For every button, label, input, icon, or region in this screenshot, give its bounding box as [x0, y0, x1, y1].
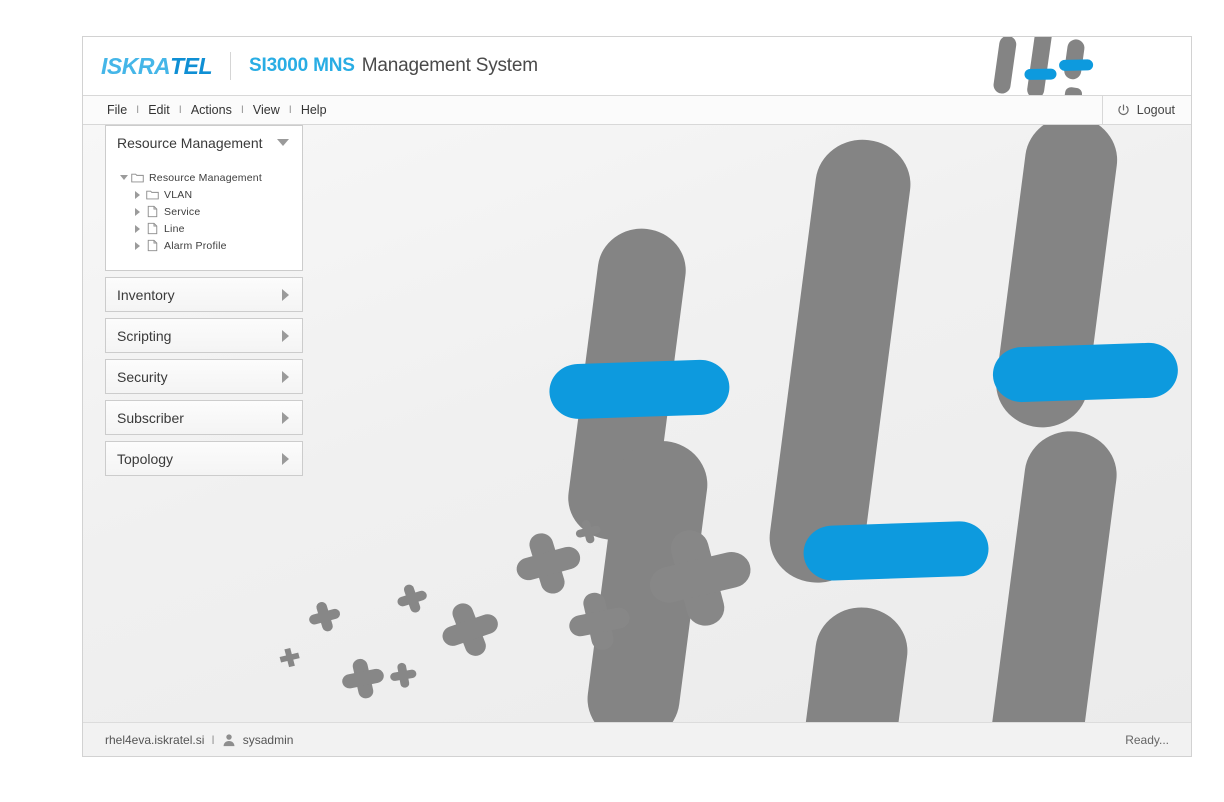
tree-node-label: Line: [164, 222, 185, 235]
sidebar-panel-resource-management: Resource Management Resource Management: [105, 125, 303, 271]
document-icon: [146, 222, 164, 235]
product-name: SI3000 MNS: [249, 55, 355, 76]
menu-separator: I: [288, 104, 292, 116]
document-icon: [146, 239, 164, 252]
resource-management-tree: Resource Management VLAN Service Line Al…: [106, 159, 302, 270]
sidebar-panel-label: Resource Management: [117, 134, 263, 151]
chevron-right-icon[interactable]: [282, 370, 289, 383]
sidebar-panel-header-scripting[interactable]: Scripting: [106, 319, 302, 352]
chevron-right-icon[interactable]: [282, 329, 289, 342]
logo-text-tel: TEL: [170, 52, 213, 79]
iskratel-logo[interactable]: ISKRA TEL: [101, 52, 213, 80]
tree-node-label: Resource Management: [149, 171, 262, 184]
chevron-right-icon[interactable]: [282, 288, 289, 301]
status-bar: rhel4eva.iskratel.si I sysadmin Ready...: [83, 722, 1191, 756]
menu-separator: I: [240, 104, 244, 116]
logout-label: Logout: [1136, 103, 1175, 117]
document-icon: [146, 205, 164, 218]
page-title: Management System: [361, 55, 538, 76]
sidebar-panel-topology: Topology: [105, 441, 303, 476]
sidebar: Resource Management Resource Management: [105, 125, 303, 482]
application-window: ISKRA TEL SI3000 MNS Management System Fi…: [82, 36, 1192, 757]
sidebar-panel-header-subscriber[interactable]: Subscriber: [106, 401, 302, 434]
sidebar-panel-subscriber: Subscriber: [105, 400, 303, 435]
sidebar-panel-label: Inventory: [117, 286, 175, 303]
menu-separator: I: [136, 104, 140, 116]
header-decorative-graphic: [983, 37, 1103, 95]
host-name: rhel4eva.iskratel.si: [105, 732, 205, 747]
menu-bar: File I Edit I Actions I View I Help Logo…: [83, 96, 1191, 125]
tree-node-label: Alarm Profile: [164, 239, 227, 252]
sidebar-panel-label: Scripting: [117, 327, 172, 344]
menu-item-file[interactable]: File: [105, 103, 129, 117]
tree-node-line[interactable]: Line: [106, 220, 302, 237]
menu-item-help[interactable]: Help: [299, 103, 329, 117]
status-separator: I: [211, 732, 215, 747]
tree-node-service[interactable]: Service: [106, 203, 302, 220]
logo-divider: [230, 52, 232, 80]
app-header: ISKRA TEL SI3000 MNS Management System: [83, 37, 1191, 96]
sidebar-panel-label: Subscriber: [117, 409, 184, 426]
menu-separator: I: [178, 104, 182, 116]
chevron-right-icon[interactable]: [135, 190, 146, 199]
user-name: sysadmin: [242, 732, 294, 747]
status-bar-left: rhel4eva.iskratel.si I sysadmin: [105, 733, 293, 747]
user-icon: [222, 733, 236, 747]
power-icon: [1117, 103, 1130, 117]
sidebar-panel-header-inventory[interactable]: Inventory: [106, 278, 302, 311]
sidebar-panel-inventory: Inventory: [105, 277, 303, 312]
chevron-down-icon[interactable]: [120, 175, 131, 180]
menu-item-edit[interactable]: Edit: [146, 103, 172, 117]
tree-node-resource-management[interactable]: Resource Management: [106, 169, 302, 186]
menu-item-actions[interactable]: Actions: [189, 103, 234, 117]
tree-node-vlan[interactable]: VLAN: [106, 186, 302, 203]
sidebar-panel-header-resource-management[interactable]: Resource Management: [106, 126, 302, 159]
logo-text-iskra: ISKRA: [101, 52, 171, 79]
tree-node-label: VLAN: [164, 188, 193, 201]
folder-icon: [131, 171, 149, 184]
chevron-right-icon[interactable]: [282, 452, 289, 465]
chevron-right-icon[interactable]: [135, 241, 146, 250]
sidebar-panel-scripting: Scripting: [105, 318, 303, 353]
plus-cluster: [279, 520, 751, 699]
chevron-right-icon[interactable]: [135, 224, 146, 233]
tree-node-label: Service: [164, 205, 201, 218]
chevron-right-icon[interactable]: [135, 207, 146, 216]
chevron-down-icon[interactable]: [277, 139, 289, 146]
sidebar-panel-security: Security: [105, 359, 303, 394]
content-area: Resource Management Resource Management: [83, 125, 1191, 722]
sidebar-panel-label: Topology: [117, 450, 174, 467]
tree-node-alarm-profile[interactable]: Alarm Profile: [106, 237, 302, 254]
menu-item-view[interactable]: View: [251, 103, 282, 117]
chevron-right-icon[interactable]: [282, 411, 289, 424]
sidebar-panel-header-topology[interactable]: Topology: [106, 442, 302, 475]
logout-button[interactable]: Logout: [1101, 96, 1191, 124]
folder-icon: [146, 188, 164, 201]
menu-items: File I Edit I Actions I View I Help: [105, 103, 329, 117]
sidebar-panel-header-security[interactable]: Security: [106, 360, 302, 393]
status-message: Ready...: [1125, 732, 1169, 747]
sidebar-panel-label: Security: [117, 368, 168, 385]
